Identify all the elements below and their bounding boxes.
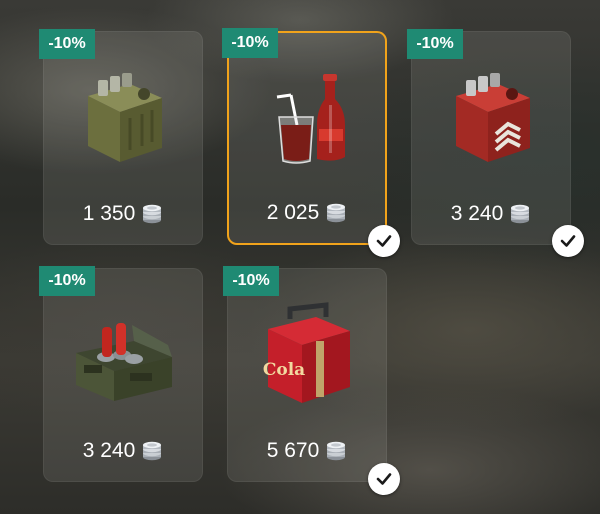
discount-badge: -10% <box>39 29 95 59</box>
price-value: 5 670 <box>266 439 320 462</box>
item-card[interactable]: -10% 3 240 <box>39 266 203 482</box>
discount-badge: -10% <box>223 266 279 296</box>
item-card[interactable]: -10% 1 350 <box>39 29 203 245</box>
red-jerrycan-icon <box>456 73 530 162</box>
silver-coin-icon <box>325 440 347 462</box>
red-cola-box-icon: Cola <box>263 302 350 403</box>
silver-coin-icon <box>141 440 163 462</box>
price-value: 2 025 <box>266 201 320 224</box>
price-value: 3 240 <box>450 202 504 225</box>
silver-coin-icon <box>509 203 531 225</box>
box-label: Cola <box>263 360 305 380</box>
price-value: 3 240 <box>82 439 136 462</box>
ammo-crate-cola-icon <box>76 323 172 401</box>
item-card-selected[interactable]: -10% 2 025 <box>222 28 387 245</box>
price-value: 1 350 <box>82 202 136 225</box>
price: 1 350 <box>44 202 202 226</box>
item-card[interactable]: -10% 3 240 <box>407 29 571 245</box>
olive-jerrycan-icon <box>88 73 162 162</box>
item-card[interactable]: -10% Cola 5 670 <box>223 266 387 482</box>
silver-coin-icon <box>141 203 163 225</box>
discount-badge: -10% <box>222 28 278 58</box>
price: 3 240 <box>44 439 202 463</box>
check-icon <box>368 463 400 495</box>
price: 3 240 <box>412 202 570 226</box>
discount-badge: -10% <box>39 266 95 296</box>
discount-badge: -10% <box>407 29 463 59</box>
silver-coin-icon <box>325 202 347 224</box>
check-icon <box>368 225 400 257</box>
check-icon <box>552 225 584 257</box>
cola-drink-icon <box>276 74 345 164</box>
price: 5 670 <box>228 439 386 463</box>
price: 2 025 <box>229 201 385 225</box>
